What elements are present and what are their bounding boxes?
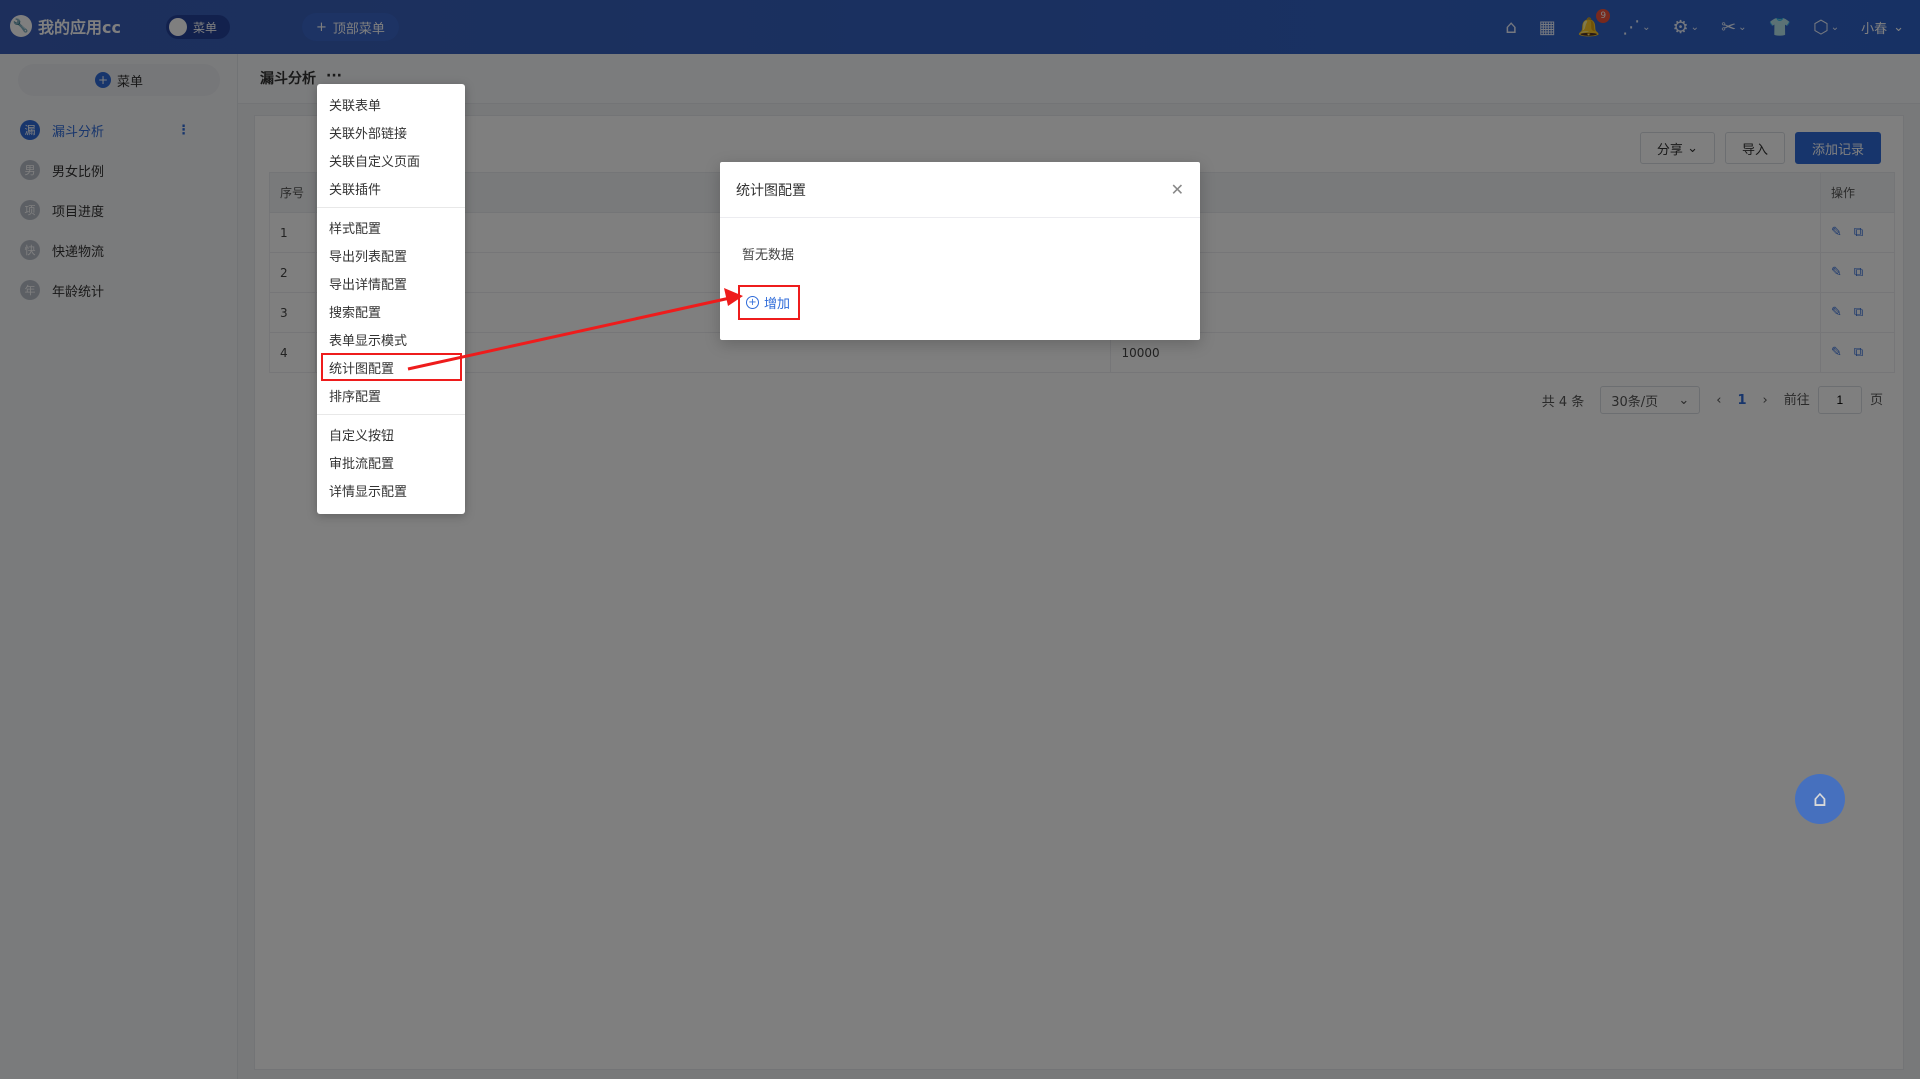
menu-item-link-custom-page[interactable]: 关联自定义页面 [317, 146, 465, 174]
plus-circle-icon: + [746, 296, 759, 309]
menu-item-export-detail-config[interactable]: 导出详情配置 [317, 269, 465, 297]
divider [317, 207, 465, 208]
menu-item-detail-display-config[interactable]: 详情显示配置 [317, 476, 465, 504]
config-dropdown: 关联表单 关联外部链接 关联自定义页面 关联插件 样式配置 导出列表配置 导出详… [317, 84, 465, 514]
add-label: 增加 [764, 297, 791, 312]
menu-item-link-external[interactable]: 关联外部链接 [317, 118, 465, 146]
add-button[interactable]: + 增加 [738, 285, 801, 320]
menu-item-export-list-config[interactable]: 导出列表配置 [317, 241, 465, 269]
menu-item-link-plugin[interactable]: 关联插件 [317, 174, 465, 202]
empty-text: 暂无数据 [742, 248, 795, 263]
home-icon: ⌂ [1813, 786, 1827, 812]
divider [317, 414, 465, 415]
modal-title: 统计图配置 [736, 182, 806, 199]
modal-header: 统计图配置 ✕ [720, 162, 1200, 218]
menu-item-link-form[interactable]: 关联表单 [317, 90, 465, 118]
menu-item-custom-button[interactable]: 自定义按钮 [317, 420, 465, 448]
floating-home-button[interactable]: ⌂ [1795, 774, 1845, 824]
chart-config-modal: 统计图配置 ✕ 暂无数据 + 增加 [720, 162, 1200, 340]
menu-item-form-display-mode[interactable]: 表单显示模式 [317, 325, 465, 353]
modal-body: 暂无数据 + 增加 [720, 218, 1200, 346]
menu-item-search-config[interactable]: 搜索配置 [317, 297, 465, 325]
menu-item-approval-config[interactable]: 审批流配置 [317, 448, 465, 476]
menu-item-style-config[interactable]: 样式配置 [317, 213, 465, 241]
menu-item-chart-config[interactable]: 统计图配置 [321, 353, 462, 381]
menu-item-sort-config[interactable]: 排序配置 [317, 381, 465, 409]
close-icon[interactable]: ✕ [1171, 180, 1184, 199]
